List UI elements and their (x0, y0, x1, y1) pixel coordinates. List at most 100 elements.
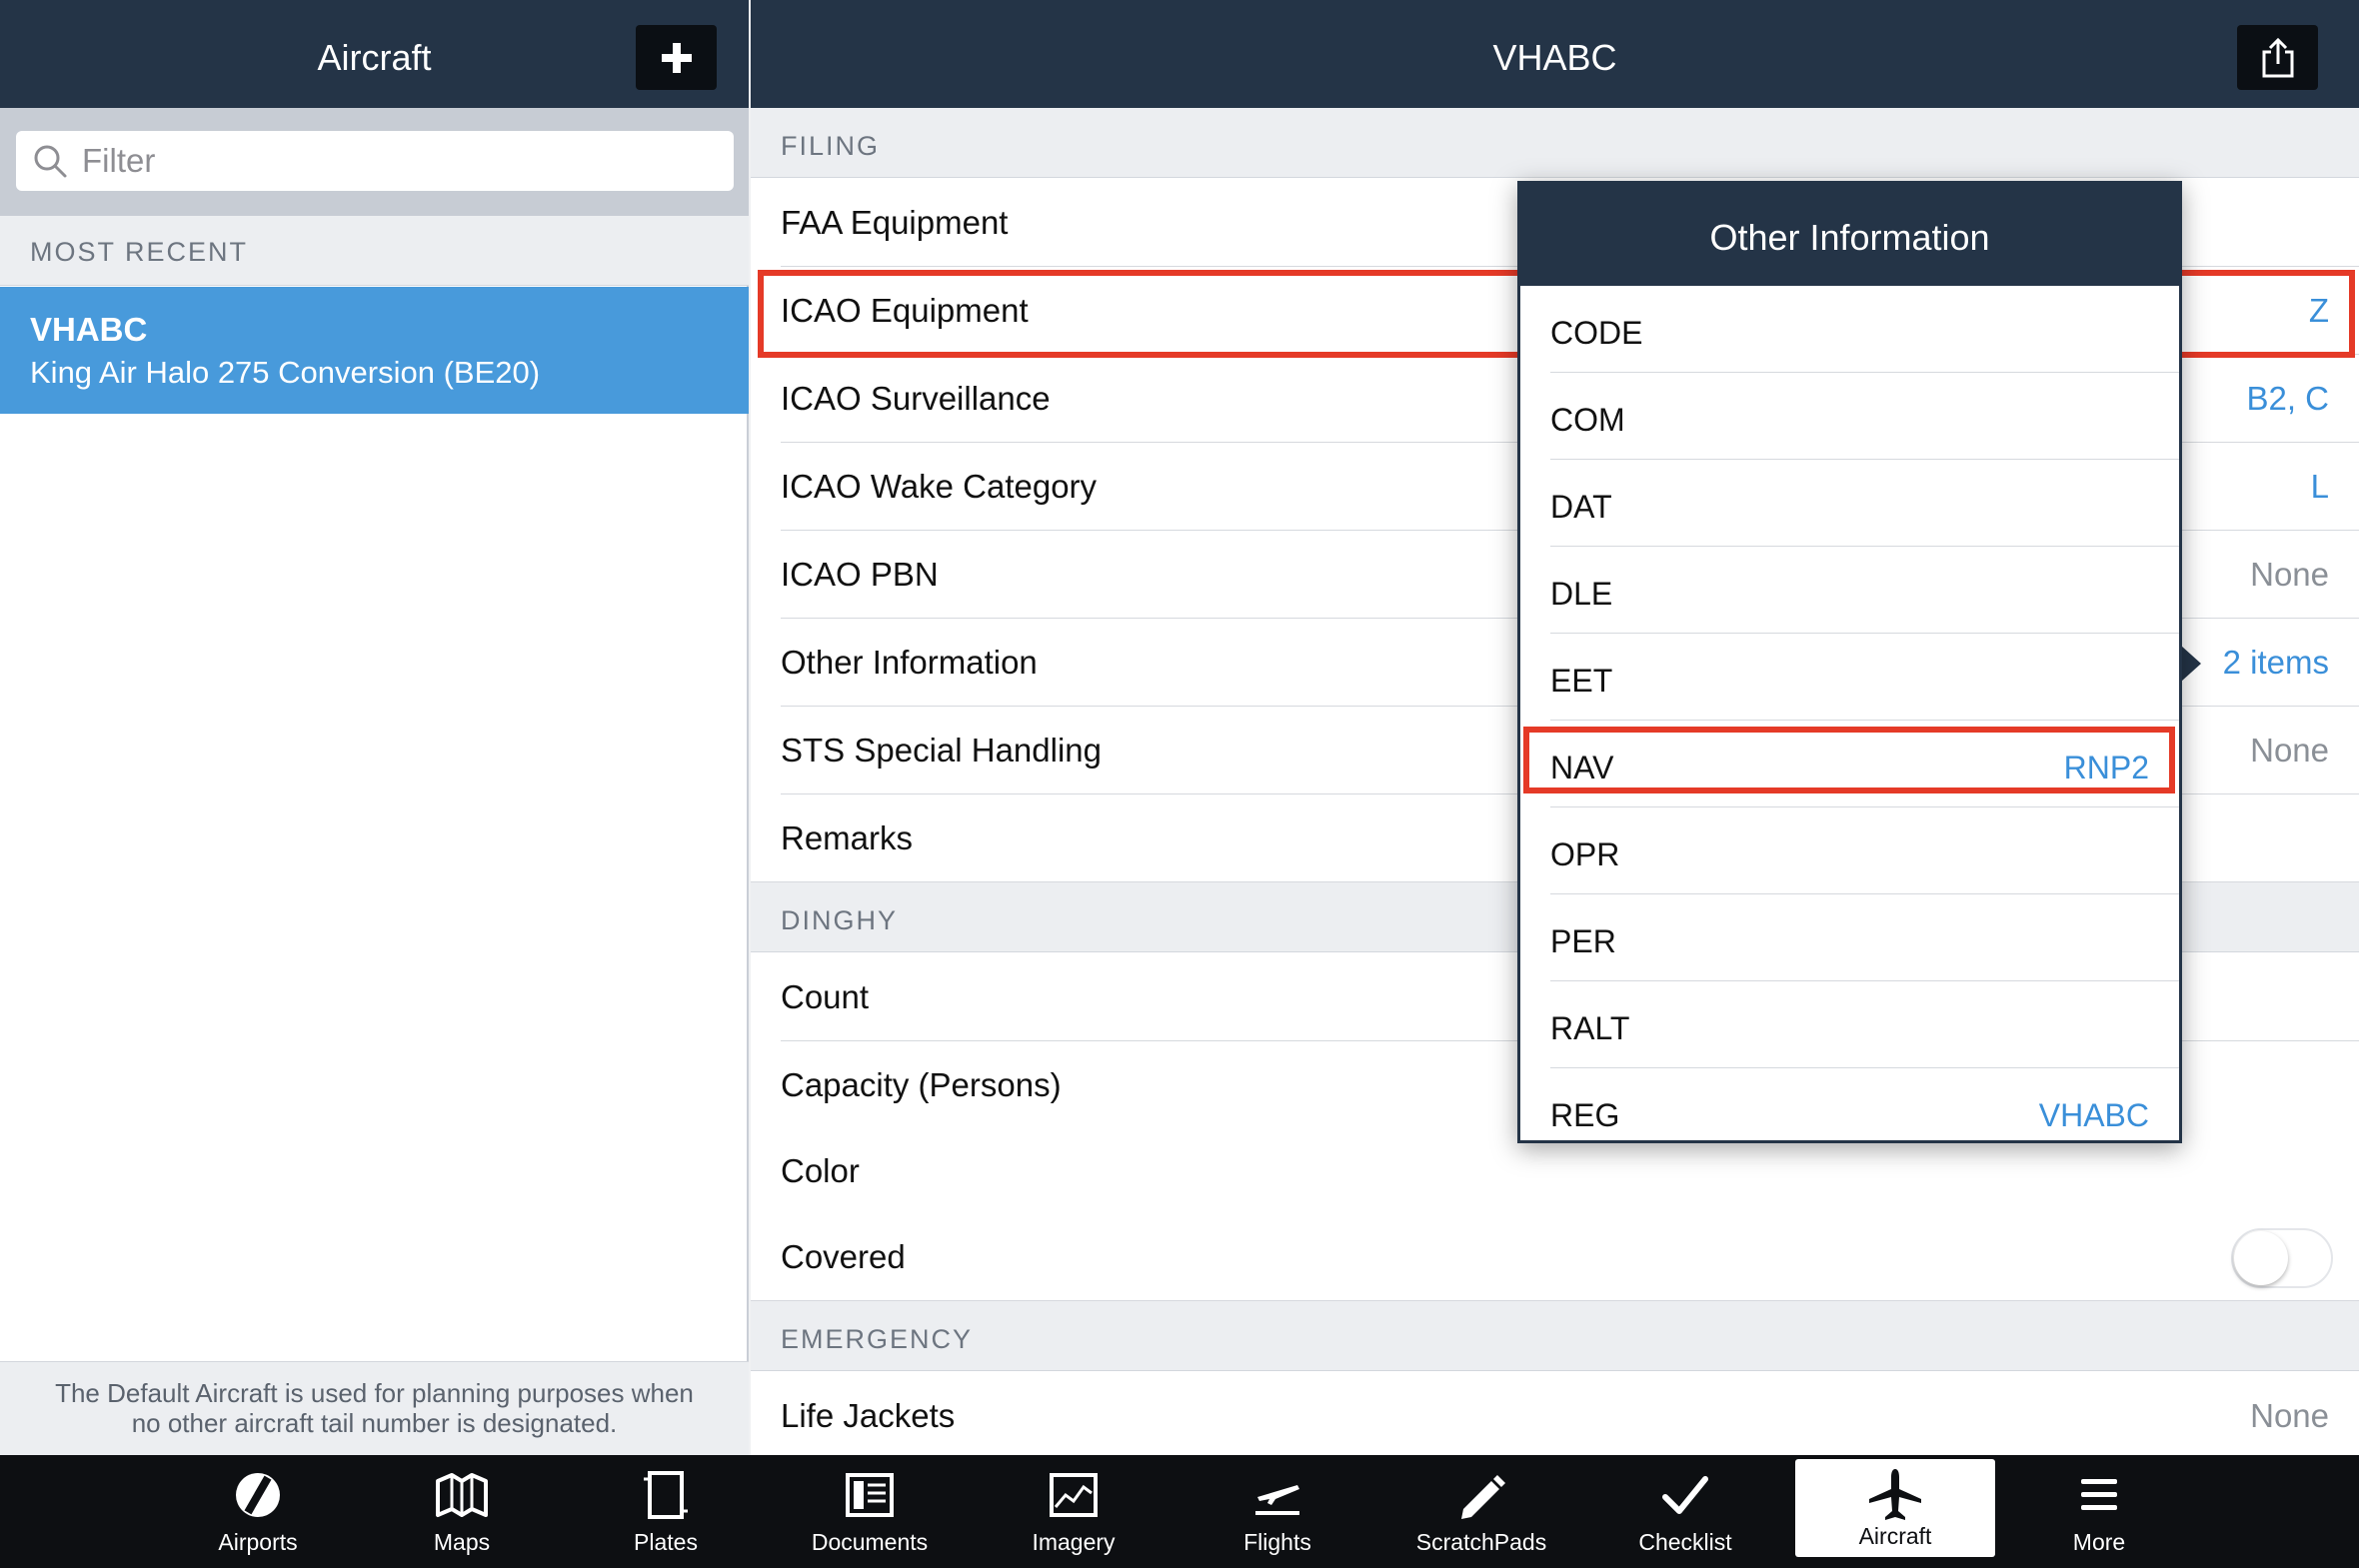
share-icon (2262, 37, 2293, 77)
tab-label: Aircraft (1858, 1523, 1932, 1549)
left-navbar: Aircraft (0, 0, 749, 108)
row-label: Covered (781, 1238, 906, 1275)
footer-note-line-2: no other aircraft tail number is designa… (131, 1408, 618, 1438)
popover-item-eet[interactable]: EET (1520, 634, 2179, 721)
item-code: DAT (1550, 489, 1612, 525)
item-code: RALT (1550, 1010, 1630, 1046)
aircraft-tail-number: VHABC (30, 311, 148, 348)
aircraft-description: King Air Halo 275 Conversion (BE20) (30, 355, 541, 390)
tab-maps[interactable]: Maps (362, 1455, 562, 1568)
popover-arrow (2181, 646, 2201, 682)
covered-toggle[interactable] (2231, 1228, 2333, 1288)
dinghy-section-label: DINGHY (781, 905, 899, 935)
tab-more[interactable]: More (1999, 1455, 2199, 1568)
tab-label: ScratchPads (1415, 1529, 1547, 1555)
popover-item-dat[interactable]: DAT (1520, 460, 2179, 547)
toggle-knob (2234, 1231, 2288, 1285)
footer-note-line-1: The Default Aircraft is used for plannin… (55, 1378, 694, 1408)
aircraft-list-panel: Aircraft MOST RECENT VHABC King Air Halo… (0, 0, 749, 1455)
filing-section-header: FILING (751, 108, 2359, 178)
checklist-icon (1662, 1476, 1708, 1514)
item-code: PER (1550, 923, 1616, 959)
popover-item-opr[interactable]: OPR (1520, 807, 2179, 894)
popover-item-code[interactable]: CODE (1520, 286, 2179, 373)
aircraft-detail-title: VHABC (1492, 37, 1617, 78)
item-code: CODE (1550, 315, 1643, 351)
row-label: Remarks (781, 819, 914, 856)
tab-label: Flights (1243, 1529, 1311, 1555)
row-value: None (2250, 556, 2329, 593)
tab-documents[interactable]: Documents (770, 1455, 970, 1568)
default-aircraft-note: The Default Aircraft is used for plannin… (0, 1361, 749, 1455)
more-icon (2081, 1479, 2117, 1510)
tab-checklist[interactable]: Checklist (1585, 1455, 1785, 1568)
popover-title: Other Information (1709, 217, 1990, 258)
popover-item-ralt[interactable]: RALT (1520, 981, 2179, 1068)
row-label: Life Jackets (781, 1397, 956, 1434)
tab-label: More (2072, 1529, 2126, 1555)
row-label: Other Information (781, 644, 1038, 681)
row-value: B2, C (2246, 380, 2329, 417)
tab-imagery[interactable]: Imagery (974, 1455, 1174, 1568)
row-value: None (2250, 1397, 2329, 1434)
row-label: Count (781, 978, 870, 1015)
tab-label: Maps (433, 1529, 491, 1555)
tab-label: Checklist (1638, 1529, 1732, 1555)
row-label: ICAO PBN (781, 556, 939, 593)
plus-icon (661, 42, 692, 73)
tab-label: Plates (634, 1529, 698, 1555)
nav-item-highlight (1523, 727, 2175, 793)
tab-scratchpads[interactable]: ScratchPads (1381, 1455, 1581, 1568)
row-label: Capacity (Persons) (781, 1066, 1062, 1103)
popover-item-dle[interactable]: DLE (1520, 547, 2179, 634)
tab-label: Documents (811, 1529, 929, 1555)
tab-label: Airports (218, 1529, 298, 1555)
other-information-popover: Other Information CODE COM DAT DLE EET N… (1517, 181, 2182, 1143)
item-code: DLE (1550, 576, 1613, 612)
row-label: STS Special Handling (781, 732, 1103, 769)
popover-header: Other Information (1520, 184, 2179, 286)
item-code: EET (1550, 663, 1613, 699)
row-label: ICAO Surveillance (781, 380, 1051, 417)
aircraft-list-item[interactable]: VHABC King Air Halo 275 Conversion (BE20… (0, 287, 749, 414)
tab-airports[interactable]: Airports (158, 1455, 358, 1568)
aircraft-icon (1869, 1469, 1921, 1520)
tab-flights[interactable]: Flights (1178, 1455, 1377, 1568)
flights-icon (1255, 1485, 1299, 1515)
item-code: COM (1550, 402, 1625, 438)
emergency-section-header: EMERGENCY (751, 1301, 2359, 1371)
tab-aircraft[interactable]: Aircraft (1795, 1459, 1995, 1557)
share-button[interactable] (2237, 25, 2318, 90)
scratchpads-icon (1461, 1475, 1505, 1519)
tab-plates[interactable]: Plates (566, 1455, 766, 1568)
most-recent-label: MOST RECENT (30, 237, 249, 267)
emergency-section-label: EMERGENCY (781, 1324, 974, 1354)
maps-icon (436, 1473, 488, 1517)
tab-bar: Airports Maps Plates Documents Imagery F… (0, 1455, 2359, 1568)
item-code: OPR (1550, 836, 1620, 872)
item-code: REG (1550, 1097, 1620, 1133)
filing-section-label: FILING (781, 131, 881, 161)
search-bar (0, 108, 749, 216)
airports-icon (236, 1473, 280, 1517)
popover-item-per[interactable]: PER (1520, 894, 2179, 981)
most-recent-header: MOST RECENT (0, 216, 749, 286)
popover-item-reg[interactable]: REG VHABC (1520, 1068, 2179, 1140)
row-value: L (2310, 468, 2329, 505)
search-box[interactable] (16, 131, 734, 191)
row-label: FAA Equipment (781, 204, 1009, 241)
imagery-icon (1050, 1473, 1098, 1517)
filter-input[interactable] (82, 131, 702, 191)
row-label: Color (781, 1152, 860, 1189)
popover-item-com[interactable]: COM (1520, 373, 2179, 460)
documents-icon (846, 1473, 894, 1517)
right-navbar: VHABC (751, 0, 2359, 108)
row-value: 2 items (2222, 644, 2329, 681)
row-label: ICAO Wake Category (781, 468, 1098, 505)
tab-label: Imagery (1032, 1529, 1116, 1555)
search-icon (34, 145, 67, 178)
row-life-jackets[interactable]: Life Jackets None (751, 1372, 2359, 1455)
row-value: None (2250, 732, 2329, 769)
add-aircraft-button[interactable] (636, 25, 717, 90)
row-dinghy-covered: Covered (751, 1213, 2359, 1301)
